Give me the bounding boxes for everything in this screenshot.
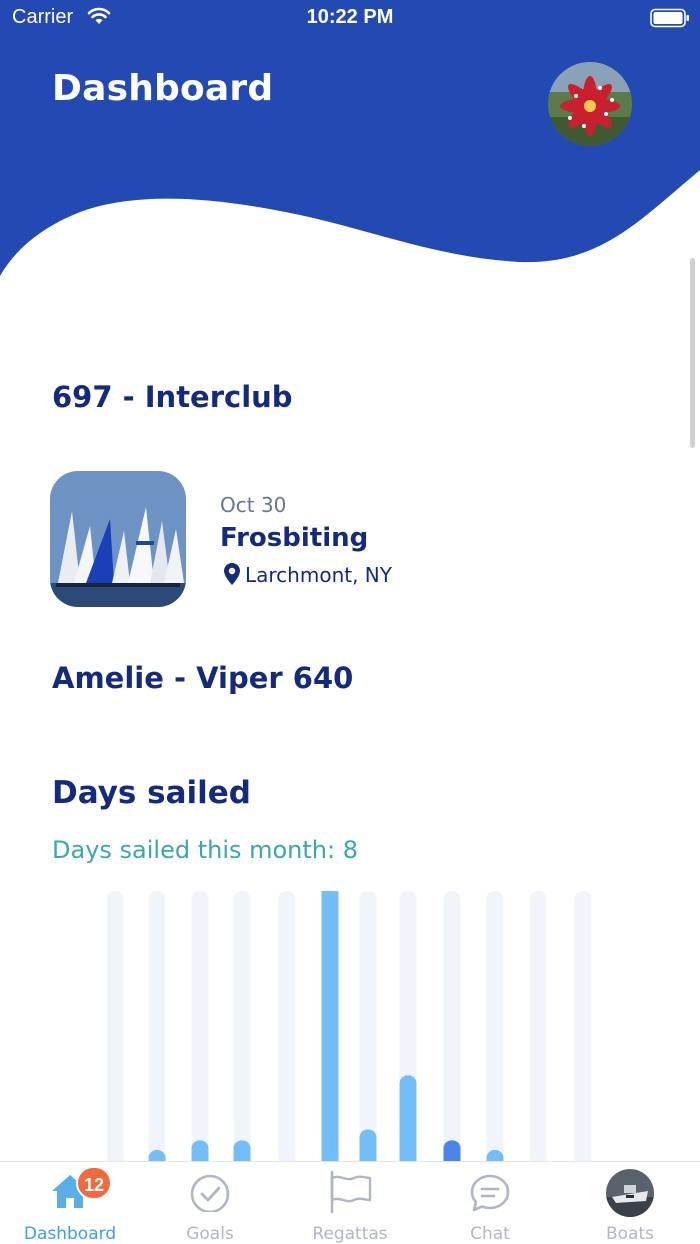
avatar-photo	[548, 62, 632, 146]
chart-bar-3[interactable]	[191, 1140, 209, 1162]
checkmark-circle-icon	[190, 1174, 230, 1212]
tab-goals[interactable]: Goals	[140, 1162, 280, 1244]
tab-chat[interactable]: Chat	[420, 1162, 560, 1244]
chart-track-2	[148, 891, 166, 1162]
chart-track-11	[529, 891, 547, 1162]
boat-name-heading-2: Amelie - Viper 640	[52, 661, 354, 695]
tab-label-goals: Goals	[186, 1224, 234, 1244]
chart-bar-4[interactable]	[233, 1140, 251, 1162]
chart-track-5	[278, 891, 296, 1162]
chart-bar-9[interactable]	[443, 1140, 461, 1162]
boat-photo-icon	[606, 1169, 654, 1217]
profile-avatar[interactable]	[548, 62, 632, 146]
chart-track-1	[106, 891, 124, 1162]
status-time: 10:22 PM	[306, 6, 394, 28]
event-card[interactable]: Oct 30 Frosbiting Larchmont, NY	[50, 471, 470, 609]
tab-label-chat: Chat	[470, 1224, 510, 1244]
days-sailed-heading: Days sailed	[52, 775, 251, 811]
chart-track-7	[359, 891, 377, 1162]
event-photo	[50, 471, 186, 607]
battery-icon	[650, 8, 689, 28]
event-date: Oct 30	[220, 493, 287, 517]
scroll-indicator[interactable]	[690, 258, 695, 448]
tab-boats[interactable]: Boats	[560, 1162, 700, 1244]
chart-track-3	[191, 891, 209, 1162]
chart-track-12	[574, 891, 592, 1162]
tab-label-regattas: Regattas	[312, 1224, 388, 1244]
tab-label-dashboard: Dashboard	[23, 1224, 117, 1244]
tab-dashboard[interactable]: 12 Dashboard	[0, 1162, 140, 1244]
tab-label-boats: Boats	[605, 1224, 654, 1244]
tab-bar: 12 Dashboard Goals Regattas Chat Boats	[0, 1161, 700, 1244]
location-pin-icon	[224, 563, 240, 585]
days-sailed-subtitle: Days sailed this month: 8	[52, 836, 358, 864]
tab-regattas[interactable]: Regattas	[280, 1162, 420, 1244]
chart-bar-7[interactable]	[359, 1129, 377, 1162]
page-title: Dashboard	[52, 68, 274, 109]
chart-bar-6[interactable]	[321, 891, 339, 1162]
boat-name-heading: 697 - Interclub	[52, 380, 293, 414]
status-bar: Carrier 10:22 PM	[0, 0, 700, 40]
chart-track-4	[233, 891, 251, 1162]
days-sailed-chart	[106, 891, 592, 1162]
chart-bar-8[interactable]	[399, 1075, 417, 1162]
chart-track-9	[443, 891, 461, 1162]
event-name: Frosbiting	[220, 523, 369, 553]
header-wave-background	[0, 0, 700, 276]
event-location: Larchmont, NY	[245, 563, 392, 587]
flag-icon	[330, 1170, 372, 1214]
chat-bubble-icon	[470, 1174, 510, 1212]
chart-track-10	[486, 891, 504, 1162]
notification-badge: 12	[76, 1166, 112, 1200]
